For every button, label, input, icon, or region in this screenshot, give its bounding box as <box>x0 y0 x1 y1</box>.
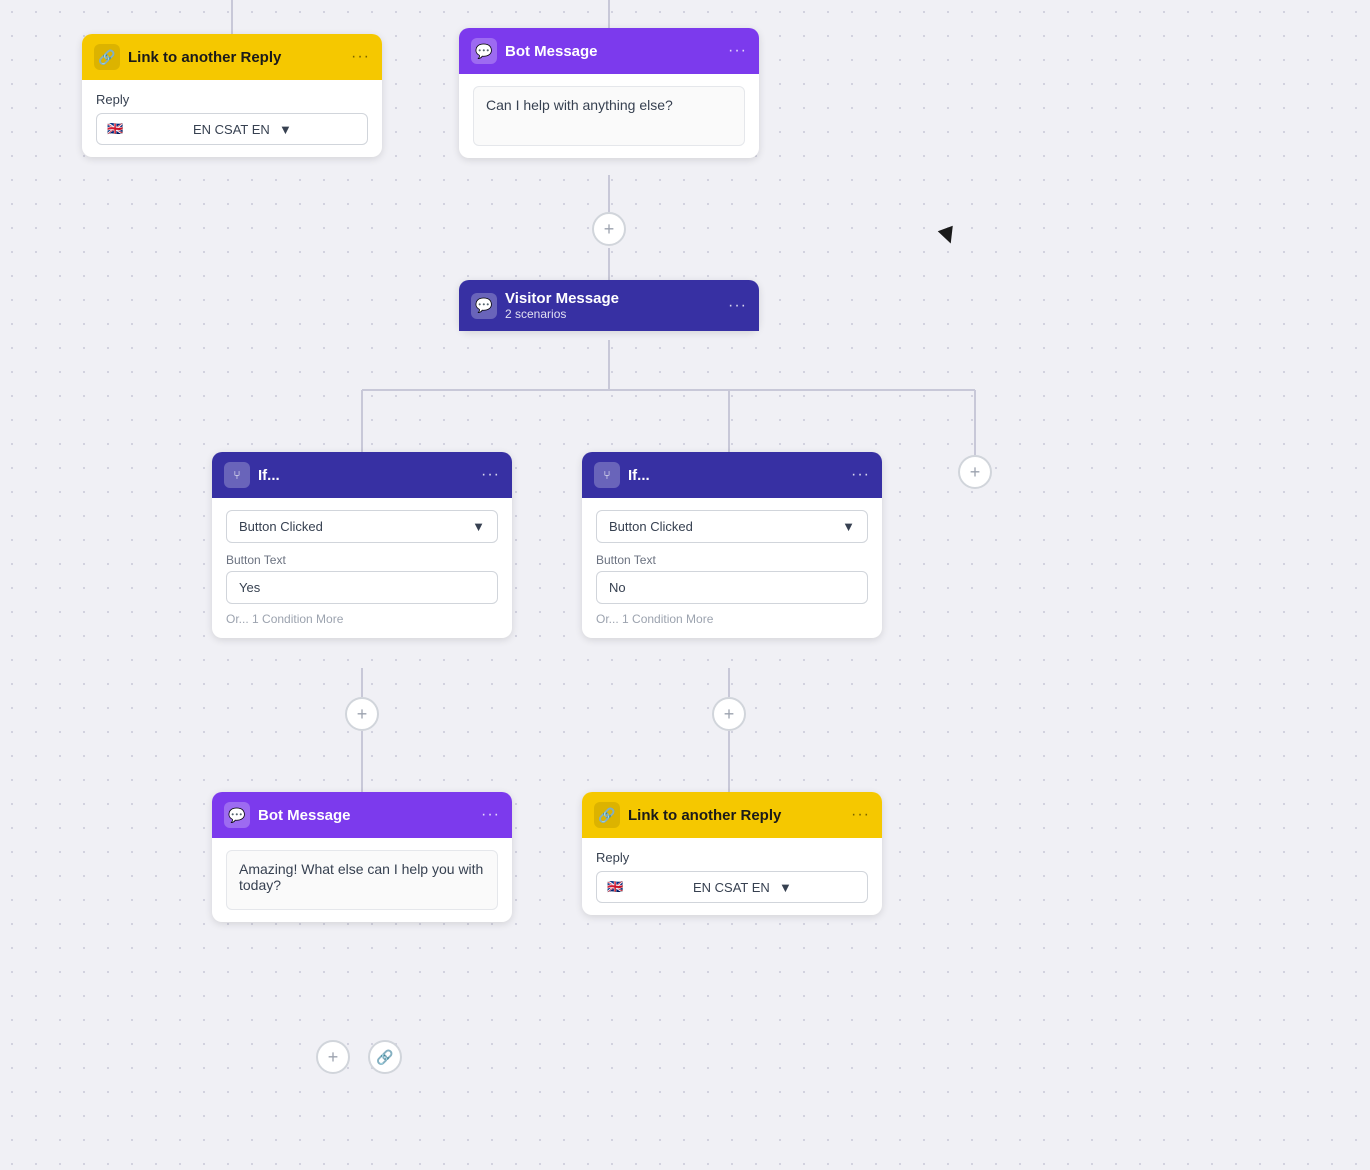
if-right-title: If... <box>628 467 843 484</box>
link-btn-bottom[interactable]: 🔗 <box>368 1040 402 1074</box>
if-left-dropdown-arrow: ▼ <box>472 519 485 534</box>
bot-message-top-text: Can I help with anything else? <box>473 86 745 146</box>
if-left-field-value: Yes <box>226 571 498 604</box>
visitor-message-header: 💬 Visitor Message 2 scenarios ··· <box>459 280 759 331</box>
reply-label-bottom: Reply <box>596 850 868 865</box>
link-reply-bottom-node: 🔗 Link to another Reply ··· Reply 🇬🇧 EN … <box>582 792 882 915</box>
if-left-dropdown[interactable]: Button Clicked ▼ <box>226 510 498 543</box>
visitor-message-subtitle: 2 scenarios <box>505 307 720 321</box>
visitor-message-icon: 💬 <box>471 293 497 319</box>
if-left-body: Button Clicked ▼ Button Text Yes Or... 1… <box>212 498 512 638</box>
if-left-node: ⑂ If... ··· Button Clicked ▼ Button Text… <box>212 452 512 638</box>
reply-label-top: Reply <box>96 92 368 107</box>
link-reply-top-menu[interactable]: ··· <box>351 48 370 66</box>
if-left-or-label: Or... <box>226 612 252 626</box>
plus-btn-right[interactable]: + <box>712 697 746 731</box>
link-reply-top-title: Link to another Reply <box>128 49 343 66</box>
if-right-field-label: Button Text <box>596 553 868 567</box>
bot-message-bottom-text: Amazing! What else can I help you with t… <box>226 850 498 910</box>
link-reply-bottom-title: Link to another Reply <box>628 807 843 824</box>
if-left-title: If... <box>258 467 473 484</box>
reply-select-bottom[interactable]: 🇬🇧 EN CSAT EN ▼ <box>596 871 868 903</box>
if-right-condition-more: Or... 1 Condition More <box>596 612 868 626</box>
if-right-dropdown-arrow: ▼ <box>842 519 855 534</box>
bot-message-bottom-menu[interactable]: ··· <box>481 806 500 824</box>
bot-message-bottom-header: 💬 Bot Message ··· <box>212 792 512 838</box>
flag-bottom: 🇬🇧 <box>607 879 685 895</box>
if-right-icon: ⑂ <box>594 462 620 488</box>
bot-message-top-menu[interactable]: ··· <box>728 42 747 60</box>
link-reply-bottom-body: Reply 🇬🇧 EN CSAT EN ▼ <box>582 838 882 915</box>
if-left-menu[interactable]: ··· <box>481 466 500 484</box>
bot-message-bottom-node: 💬 Bot Message ··· Amazing! What else can… <box>212 792 512 922</box>
plus-btn-1[interactable]: + <box>592 212 626 246</box>
if-right-condition-count: 1 Condition More <box>622 612 713 626</box>
if-right-or-label: Or... <box>596 612 622 626</box>
bot-message-top-node: 💬 Bot Message ··· Can I help with anythi… <box>459 28 759 158</box>
link-reply-bottom-menu[interactable]: ··· <box>851 806 870 824</box>
reply-select-top[interactable]: 🇬🇧 EN CSAT EN ▼ <box>96 113 368 145</box>
bot-message-bottom-title: Bot Message <box>258 807 473 824</box>
if-right-menu[interactable]: ··· <box>851 466 870 484</box>
if-right-dropdown[interactable]: Button Clicked ▼ <box>596 510 868 543</box>
link-icon-bottom-bar: 🔗 <box>376 1049 393 1066</box>
plus-btn-left[interactable]: + <box>345 697 379 731</box>
reply-select-top-value: EN CSAT EN <box>193 122 271 137</box>
reply-select-bottom-value: EN CSAT EN <box>693 880 771 895</box>
plus-btn-bottom[interactable]: + <box>316 1040 350 1074</box>
if-left-condition-count: 1 Condition More <box>252 612 343 626</box>
plus-btn-branch-right[interactable]: + <box>958 455 992 489</box>
cursor <box>938 226 959 247</box>
bot-message-top-body: Can I help with anything else? <box>459 74 759 158</box>
if-right-header: ⑂ If... ··· <box>582 452 882 498</box>
if-left-field-label: Button Text <box>226 553 498 567</box>
visitor-message-node: 💬 Visitor Message 2 scenarios ··· <box>459 280 759 331</box>
if-left-dropdown-value: Button Clicked <box>239 519 323 534</box>
flag-top: 🇬🇧 <box>107 121 185 137</box>
link-reply-bottom-header: 🔗 Link to another Reply ··· <box>582 792 882 838</box>
bot-message-top-title: Bot Message <box>505 43 720 60</box>
if-left-condition-more: Or... 1 Condition More <box>226 612 498 626</box>
visitor-message-title: Visitor Message <box>505 290 720 307</box>
select-arrow-top: ▼ <box>279 122 357 137</box>
bot-message-bottom-icon: 💬 <box>224 802 250 828</box>
link-icon-top: 🔗 <box>94 44 120 70</box>
if-left-header: ⑂ If... ··· <box>212 452 512 498</box>
bot-message-top-header: 💬 Bot Message ··· <box>459 28 759 74</box>
if-right-node: ⑂ If... ··· Button Clicked ▼ Button Text… <box>582 452 882 638</box>
if-right-field-value: No <box>596 571 868 604</box>
bot-message-bottom-body: Amazing! What else can I help you with t… <box>212 838 512 922</box>
link-reply-top-node: 🔗 Link to another Reply ··· Reply 🇬🇧 EN … <box>82 34 382 157</box>
if-right-dropdown-value: Button Clicked <box>609 519 693 534</box>
link-reply-top-body: Reply 🇬🇧 EN CSAT EN ▼ <box>82 80 382 157</box>
if-left-icon: ⑂ <box>224 462 250 488</box>
visitor-message-menu[interactable]: ··· <box>728 297 747 315</box>
bot-message-top-icon: 💬 <box>471 38 497 64</box>
link-icon-bottom: 🔗 <box>594 802 620 828</box>
select-arrow-bottom: ▼ <box>779 880 857 895</box>
link-reply-top-header: 🔗 Link to another Reply ··· <box>82 34 382 80</box>
if-right-body: Button Clicked ▼ Button Text No Or... 1 … <box>582 498 882 638</box>
